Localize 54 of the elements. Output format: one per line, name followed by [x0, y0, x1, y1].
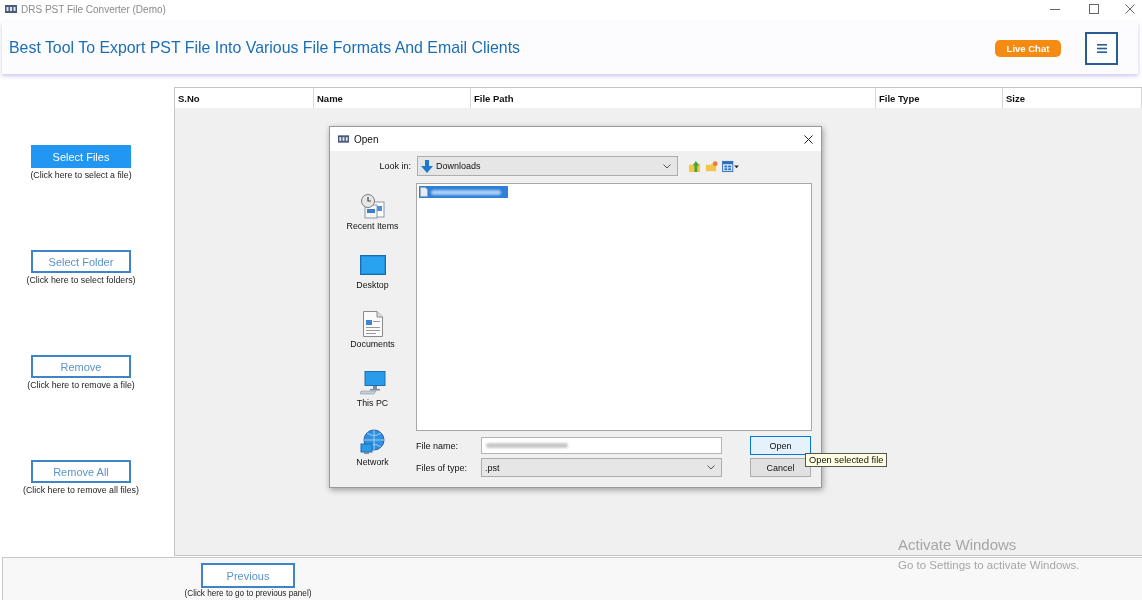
- side-action-hint: (Click here to select folders): [26, 275, 136, 285]
- chevron-icon: [707, 465, 715, 470]
- place-label: Network: [356, 457, 389, 467]
- down-arrow-icon: [421, 159, 433, 173]
- column-header: File Type: [876, 88, 1003, 108]
- chevron-icon: [663, 163, 671, 169]
- header-title: Best Tool To Export PST File Into Various File Formats And Email Clients: [9, 39, 521, 57]
- menu-icon: [1096, 43, 1107, 53]
- computer-icon: [359, 370, 386, 396]
- file-type-dropdown[interactable]: .pst: [481, 458, 722, 477]
- file-type-value: .pst: [485, 462, 500, 473]
- minimize-icon[interactable]: [1050, 8, 1060, 10]
- place-item[interactable]: Documents: [340, 305, 405, 364]
- column-header: File Path: [471, 88, 876, 108]
- activation-notice-text: Go to Settings to activate Windows.: [898, 559, 1080, 571]
- up-folder-icon[interactable]: [688, 159, 701, 173]
- place-label: Desktop: [356, 280, 389, 290]
- column-header: Size: [1003, 88, 1142, 108]
- side-action-hint: (Click here to remove all files): [23, 485, 139, 495]
- file-name-label: File name:: [416, 440, 460, 451]
- place-item[interactable]: Recent Items: [340, 187, 405, 246]
- view-menu-icon[interactable]: [722, 159, 739, 173]
- file-icon: [420, 187, 428, 197]
- file-list-item[interactable]: [419, 186, 508, 198]
- look-in-value: Downloads: [436, 161, 481, 171]
- close-icon[interactable]: [804, 134, 813, 144]
- network-globe-icon: [359, 429, 386, 455]
- place-label: This PC: [356, 398, 389, 408]
- file-type-label: Files of type:: [416, 462, 469, 473]
- activation-notice-title: Activate Windows: [898, 536, 1018, 553]
- open-button[interactable]: Open: [750, 436, 811, 455]
- place-label: Recent Items: [346, 221, 399, 231]
- column-header: Name: [314, 88, 471, 108]
- look-in-dropdown[interactable]: Downloads: [417, 156, 678, 176]
- blurred-file-name: [431, 189, 501, 195]
- clock-documents-icon: [359, 193, 386, 219]
- place-item[interactable]: Desktop: [340, 246, 405, 305]
- maximize-icon[interactable]: [1089, 4, 1099, 14]
- place-item[interactable]: This PC: [340, 364, 405, 423]
- side-action-hint: (Click here to select a file): [30, 170, 132, 180]
- tooltip: Open selected file: [805, 453, 888, 467]
- previous-hint: (Click here to go to previous panel): [184, 589, 312, 598]
- column-header: S.No: [175, 88, 314, 108]
- place-item[interactable]: Network: [340, 423, 405, 482]
- look-in-label: Look in:: [378, 161, 411, 171]
- menu-button[interactable]: [1085, 31, 1118, 65]
- desktop-icon: [359, 252, 386, 278]
- file-name-field[interactable]: [481, 437, 722, 454]
- dialog-title: Open: [354, 133, 379, 145]
- side-action-hint: (Click here to remove a file): [27, 380, 135, 390]
- app-icon: [338, 135, 349, 143]
- place-label: Documents: [350, 339, 395, 349]
- app-icon: [5, 5, 17, 13]
- window-title: DRS PST File Converter (Demo): [21, 3, 166, 15]
